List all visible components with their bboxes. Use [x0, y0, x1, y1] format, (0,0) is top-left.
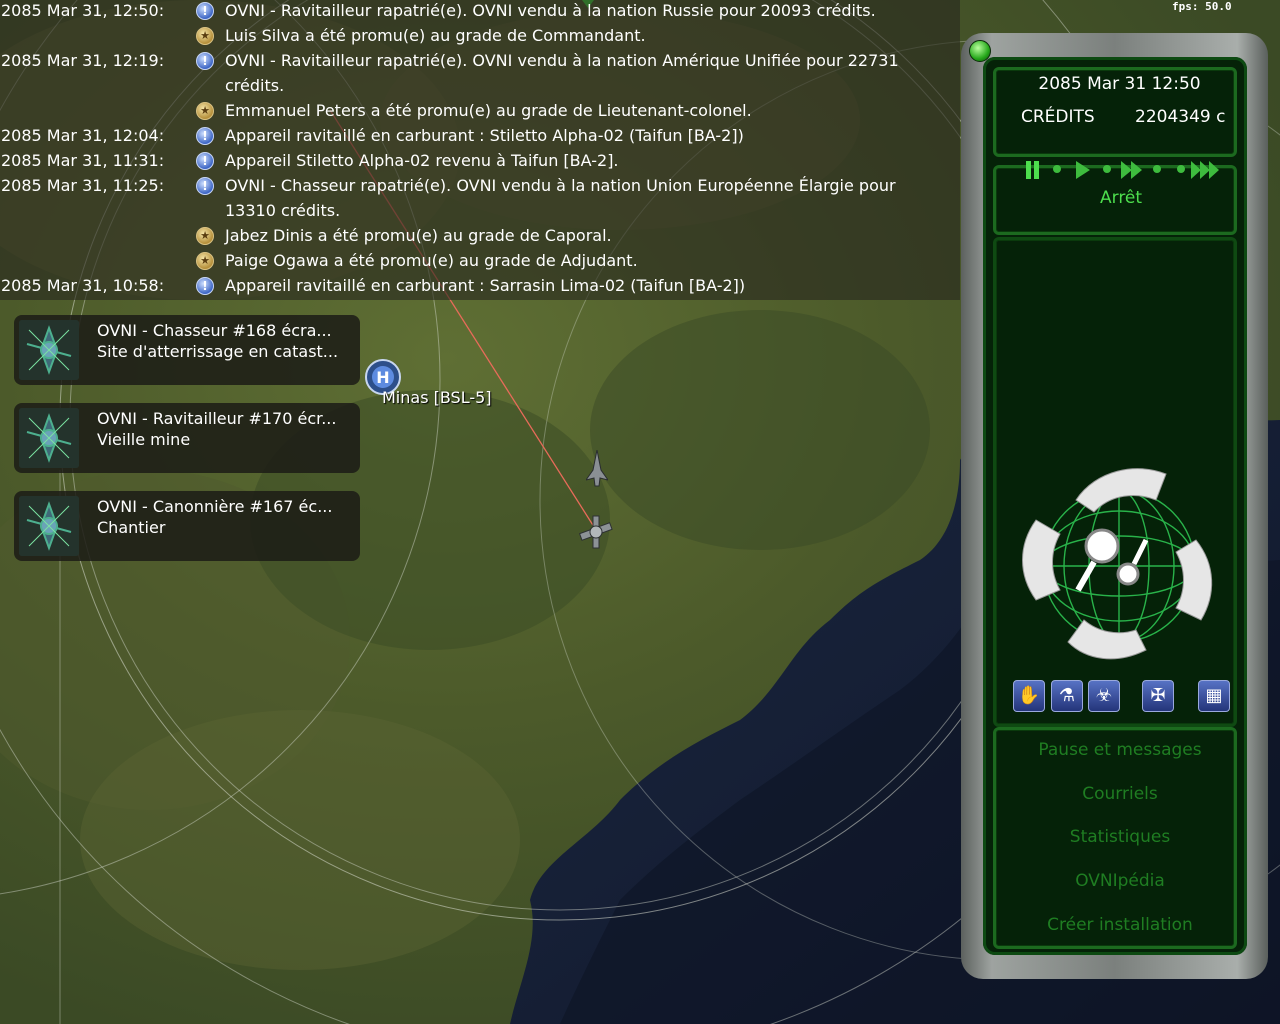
date-display: 2085 Mar 31 12:50 [1038, 74, 1201, 94]
promotion-icon: ★ [196, 252, 214, 270]
log-row: 2085 Mar 31, 11:25:! OVNI - Chasseur rapa… [0, 175, 960, 200]
info-icon: ! [196, 177, 214, 195]
log-timestamp: 2085 Mar 31, 12:19: [1, 51, 165, 70]
crash-site-location: Chantier [97, 518, 166, 537]
fastest-forward-button[interactable] [1190, 160, 1222, 180]
log-message: OVNI - Chasseur rapatrié(e). OVNI vendu … [225, 176, 896, 195]
log-row: 2085 Mar 31, 12:04:! Appareil ravitaillé … [0, 125, 960, 150]
info-icon: ! [196, 2, 214, 20]
log-message: 13310 crédits. [225, 201, 341, 220]
log-row: crédits. [0, 75, 960, 100]
status-led-icon [969, 40, 991, 62]
crash-site-title: OVNI - Canonnière #167 éc... [97, 497, 333, 516]
speed-dot-icon [1053, 165, 1061, 173]
crash-site-title: OVNI - Ravitailleur #170 écr... [97, 409, 337, 428]
log-row: 2085 Mar 31, 12:19:! OVNI - Ravitailleur … [0, 50, 960, 75]
aircraft-icon[interactable] [586, 450, 608, 488]
log-message: Appareil ravitaillé en carburant : Sarra… [225, 276, 746, 295]
promotion-icon: ★ [196, 102, 214, 120]
info-icon: ! [196, 127, 214, 145]
log-row: 2085 Mar 31, 10:58:! Appareil ravitaillé … [0, 275, 960, 300]
grid-icon[interactable]: ▦ [1198, 680, 1230, 712]
log-timestamp: 2085 Mar 31, 12:50: [1, 1, 165, 20]
menu-create-installation[interactable]: Créer installation [997, 915, 1243, 935]
speed-dot-icon [1177, 165, 1185, 173]
crash-site-card[interactable]: OVNI - Canonnière #167 éc... Chantier [14, 491, 360, 561]
log-timestamp: 2085 Mar 31, 10:58: [1, 276, 165, 295]
log-row: 2085 Mar 31, 11:31:! Appareil Stiletto Al… [0, 150, 960, 175]
log-timestamp: 2085 Mar 31, 12:04: [1, 126, 165, 145]
biohazard-icon[interactable]: ☣ [1088, 680, 1120, 712]
log-message: Appareil Stiletto Alpha-02 revenu à Taif… [225, 151, 619, 170]
log-row: ★ Luis Silva a été promu(e) au grade de C… [0, 25, 960, 50]
credits-label: CRÉDITS [1021, 107, 1095, 127]
credits-value: 2204349 c [1135, 107, 1226, 127]
log-message: crédits. [225, 76, 285, 95]
log-message: Paige Ogawa a été promu(e) au grade de A… [225, 251, 638, 270]
log-message: Luis Silva a été promu(e) au grade de Co… [225, 26, 646, 45]
menu-pause-messages[interactable]: Pause et messages [997, 740, 1243, 760]
svg-text:H: H [376, 368, 389, 387]
research-flask-icon[interactable]: ⚗ [1051, 680, 1083, 712]
play-button[interactable] [1075, 160, 1091, 180]
xcom-emblem-icon[interactable]: ✠ [1142, 680, 1174, 712]
base-label[interactable]: Minas [BSL-5] [382, 388, 492, 407]
info-icon: ! [196, 277, 214, 295]
crash-site-card[interactable]: OVNI - Ravitailleur #170 écr... Vieille m… [14, 403, 360, 473]
speed-dot-icon [1103, 165, 1111, 173]
ufo-thumbnail-icon [19, 408, 79, 468]
log-timestamp: 2085 Mar 31, 11:25: [1, 176, 165, 195]
log-message: Jabez Dinis a été promu(e) au grade de C… [225, 226, 612, 245]
info-icon: ! [196, 152, 214, 170]
info-icon: ! [196, 52, 214, 70]
fast-forward-button[interactable] [1120, 160, 1144, 180]
crash-site-title: OVNI - Chasseur #168 écra... [97, 321, 332, 340]
log-row: ★ Emmanuel Peters a été promu(e) au grade… [0, 100, 960, 125]
log-timestamp: 2085 Mar 31, 11:31: [1, 151, 165, 170]
crash-site-location: Vieille mine [97, 430, 191, 449]
crash-site-location: Site d'atterrissage en catast... [97, 342, 339, 361]
promotion-icon: ★ [196, 227, 214, 245]
promotion-icon: ★ [196, 27, 214, 45]
time-status: Arrêt [1100, 188, 1143, 208]
ufo-thumbnail-icon [19, 320, 79, 380]
ufo-thumbnail-icon [19, 496, 79, 556]
log-row: ★ Paige Ogawa a été promu(e) au grade de … [0, 250, 960, 275]
speed-dot-icon [1153, 165, 1161, 173]
log-row: ★ Jabez Dinis a été promu(e) au grade de … [0, 225, 960, 250]
log-message: Appareil ravitaillé en carburant : Stile… [225, 126, 744, 145]
menu-statistics[interactable]: Statistiques [997, 827, 1243, 847]
log-row: 2085 Mar 31, 12:50:! OVNI - Ravitailleur … [0, 0, 960, 25]
fps-counter: fps: 50.0 [1172, 0, 1232, 13]
menu-ufopedia[interactable]: OVNIpédia [997, 871, 1243, 891]
pause-button[interactable] [1024, 160, 1042, 180]
menu-mail[interactable]: Courriels [997, 784, 1243, 804]
log-message: OVNI - Ravitailleur rapatrié(e). OVNI ve… [225, 51, 899, 70]
crash-site-card[interactable]: OVNI - Chasseur #168 écra... Site d'atter… [14, 315, 360, 385]
hands-icon[interactable]: ✋ [1013, 680, 1045, 712]
geoscape-globe-emblem-icon[interactable] [1016, 460, 1222, 666]
log-message: Emmanuel Peters a été promu(e) au grade … [225, 101, 752, 120]
log-row: 13310 crédits. [0, 200, 960, 225]
message-log: 2085 Mar 31, 12:50:! OVNI - Ravitailleur … [0, 0, 960, 300]
log-message: OVNI - Ravitailleur rapatrié(e). OVNI ve… [225, 1, 876, 20]
ufo-icon[interactable] [578, 514, 614, 550]
